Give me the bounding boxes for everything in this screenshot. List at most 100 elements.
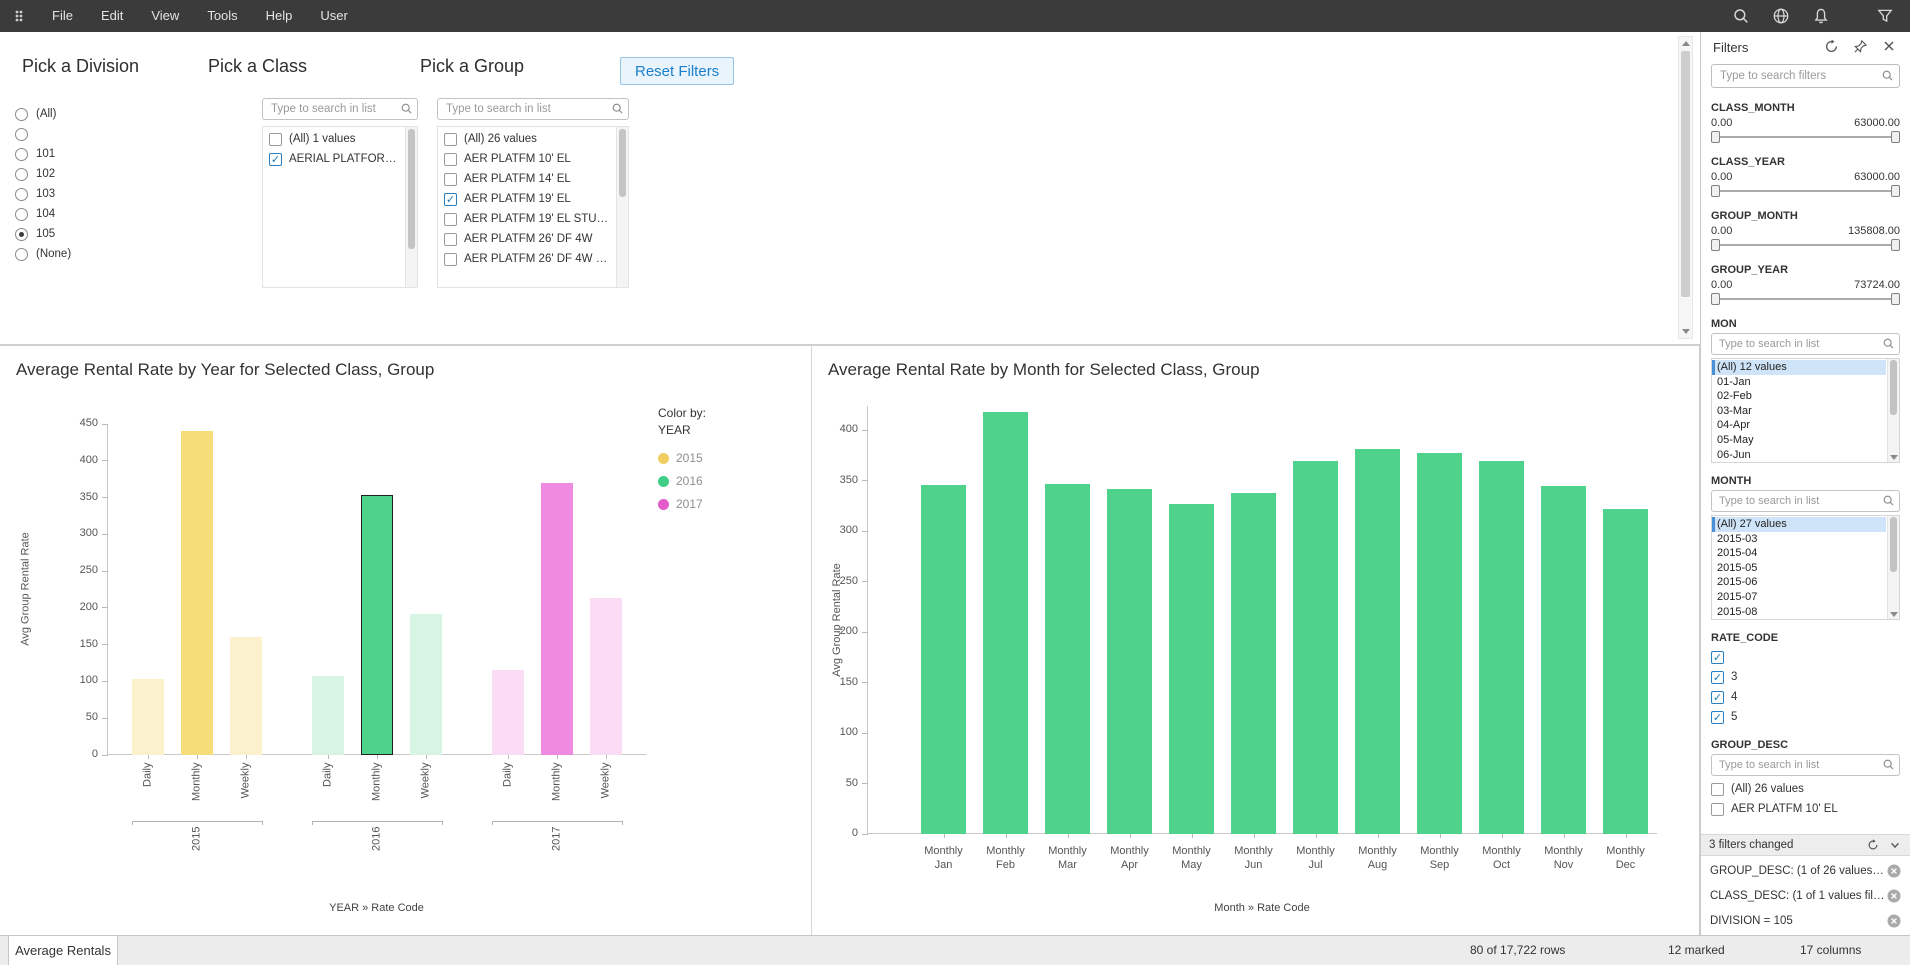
- list-option[interactable]: 2015-06: [1712, 575, 1886, 590]
- tab-average-rentals[interactable]: Average Rentals: [8, 936, 118, 965]
- group-option[interactable]: AER PLATFM 26' DF 4W W/G...: [438, 249, 615, 269]
- bar-oct[interactable]: [1479, 461, 1524, 834]
- scrollbar-thumb[interactable]: [1890, 360, 1897, 415]
- group-option[interactable]: AER PLATFM 10' EL: [438, 149, 615, 169]
- group-option[interactable]: AER PLATFM 26' DF 4W: [438, 229, 615, 249]
- slider-handle-left[interactable]: [1711, 185, 1720, 197]
- app-menu-icon[interactable]: [12, 8, 26, 24]
- list-option[interactable]: (All) 27 values: [1712, 517, 1886, 532]
- scroll-down-icon[interactable]: [1889, 455, 1898, 460]
- group-option[interactable]: ✓AER PLATFM 19' EL: [438, 189, 615, 209]
- list-option[interactable]: 06-Jun: [1712, 448, 1886, 463]
- bar-dec[interactable]: [1603, 509, 1648, 834]
- scroll-down-icon[interactable]: [1889, 612, 1898, 617]
- division-option-101[interactable]: 101: [15, 144, 71, 164]
- reset-filters-button[interactable]: Reset Filters: [620, 57, 734, 85]
- division-option-102[interactable]: 102: [15, 164, 71, 184]
- bar-2017-monthly[interactable]: [541, 483, 573, 755]
- search-icon[interactable]: [1732, 7, 1750, 25]
- remove-filter-icon[interactable]: [1887, 889, 1901, 903]
- bar-2016-monthly[interactable]: [361, 495, 393, 755]
- list-option[interactable]: 01-Jan: [1712, 375, 1886, 390]
- checkbox-option[interactable]: ✓5: [1711, 707, 1900, 727]
- legend-entry-2015[interactable]: 2015: [658, 451, 706, 465]
- menu-view[interactable]: View: [137, 0, 193, 32]
- slider-handle-left[interactable]: [1711, 131, 1720, 143]
- list-option[interactable]: 2015-08: [1712, 605, 1886, 620]
- list-option[interactable]: 02-Feb: [1712, 389, 1886, 404]
- group-option[interactable]: AER PLATFM 14' EL: [438, 169, 615, 189]
- bar-2016-weekly[interactable]: [410, 614, 442, 755]
- chevron-down-icon[interactable]: [1889, 839, 1902, 852]
- group-option[interactable]: AER PLATFM 19' EL STUDIO ...: [438, 209, 615, 229]
- group-list-scrollbar[interactable]: [616, 127, 628, 287]
- group-search-input[interactable]: [437, 98, 629, 120]
- pin-icon[interactable]: [1853, 39, 1869, 55]
- class-option[interactable]: (All) 1 values: [263, 129, 404, 149]
- checkbox-option[interactable]: ✓3: [1711, 667, 1900, 687]
- bar-sep[interactable]: [1417, 453, 1462, 834]
- remove-filter-icon[interactable]: [1887, 914, 1901, 928]
- list-option[interactable]: 2015-05: [1712, 561, 1886, 576]
- legend-entry-2016[interactable]: 2016: [658, 474, 706, 488]
- bar-apr[interactable]: [1107, 489, 1152, 834]
- menu-edit[interactable]: Edit: [87, 0, 137, 32]
- bar-aug[interactable]: [1355, 449, 1400, 834]
- checkbox-option[interactable]: AER PLATFM 10' EL: [1711, 799, 1900, 819]
- checkbox-option[interactable]: (All) 26 values: [1711, 779, 1900, 799]
- slider-handle-left[interactable]: [1711, 239, 1720, 251]
- bar-2017-daily[interactable]: [492, 670, 524, 755]
- bar-jan[interactable]: [921, 485, 966, 834]
- listbox-scrollbar[interactable]: [1887, 359, 1899, 462]
- bar-mar[interactable]: [1045, 484, 1090, 834]
- notifications-icon[interactable]: [1812, 7, 1830, 25]
- checkbox-option[interactable]: ✓4: [1711, 687, 1900, 707]
- class-search-input[interactable]: [262, 98, 418, 120]
- scroll-down-icon[interactable]: [1679, 325, 1692, 338]
- group_desc-search-input[interactable]: [1711, 754, 1900, 776]
- scrollbar-thumb[interactable]: [1681, 51, 1690, 297]
- bar-nov[interactable]: [1541, 486, 1586, 834]
- scrollbar-thumb[interactable]: [408, 129, 415, 249]
- scrollbar-thumb[interactable]: [619, 129, 626, 197]
- list-option[interactable]: 2015-07: [1712, 590, 1886, 605]
- refresh-filters-icon[interactable]: [1824, 39, 1840, 55]
- legend-entry-2017[interactable]: 2017: [658, 497, 706, 511]
- checkbox-option[interactable]: ✓: [1711, 647, 1900, 667]
- month-search-input[interactable]: [1711, 490, 1900, 512]
- bar-2015-daily[interactable]: [132, 679, 164, 755]
- class-option[interactable]: ✓AERIAL PLATFORM ELEC,DSL &...: [263, 149, 404, 169]
- division-option-104[interactable]: 104: [15, 204, 71, 224]
- division-option-blank[interactable]: [15, 124, 71, 144]
- menu-user[interactable]: User: [306, 0, 361, 32]
- menu-tools[interactable]: Tools: [193, 0, 251, 32]
- class-list-scrollbar[interactable]: [405, 127, 417, 287]
- bar-2017-weekly[interactable]: [590, 598, 622, 755]
- scroll-up-icon[interactable]: [1679, 37, 1692, 50]
- division-option-103[interactable]: 103: [15, 184, 71, 204]
- slider-handle-right[interactable]: [1891, 185, 1900, 197]
- bar-jun[interactable]: [1231, 493, 1276, 834]
- top-panel-scrollbar[interactable]: [1678, 36, 1693, 339]
- group-option[interactable]: (All) 26 values: [438, 129, 615, 149]
- list-option[interactable]: 2015-04: [1712, 546, 1886, 561]
- close-icon[interactable]: [1882, 39, 1898, 55]
- division-option-(None)[interactable]: (None): [15, 244, 71, 264]
- list-option[interactable]: (All) 12 values: [1712, 360, 1886, 375]
- division-option-105[interactable]: 105: [15, 224, 71, 244]
- list-option[interactable]: 2015-03: [1712, 532, 1886, 547]
- bar-2016-daily[interactable]: [312, 676, 344, 755]
- slider-handle-right[interactable]: [1891, 293, 1900, 305]
- slider-handle-right[interactable]: [1891, 239, 1900, 251]
- list-option[interactable]: 03-Mar: [1712, 404, 1886, 419]
- bar-2015-weekly[interactable]: [230, 637, 262, 755]
- scrollbar-thumb[interactable]: [1890, 517, 1897, 572]
- remove-filter-icon[interactable]: [1887, 864, 1901, 878]
- mon-search-input[interactable]: [1711, 333, 1900, 355]
- slider-handle-left[interactable]: [1711, 293, 1720, 305]
- filter-icon[interactable]: [1876, 7, 1894, 25]
- list-option[interactable]: 04-Apr: [1712, 418, 1886, 433]
- list-option[interactable]: 05-May: [1712, 433, 1886, 448]
- bar-2015-monthly[interactable]: [181, 431, 213, 755]
- menu-help[interactable]: Help: [252, 0, 307, 32]
